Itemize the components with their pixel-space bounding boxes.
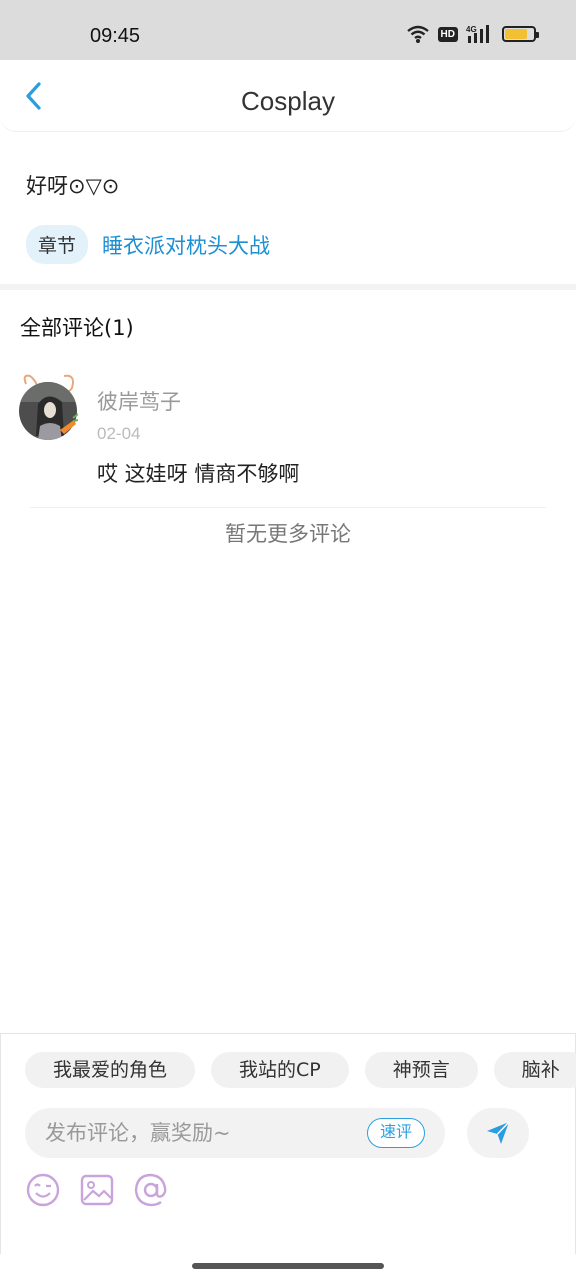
- comment-input[interactable]: [45, 1108, 345, 1158]
- chip-imagination[interactable]: 脑补: [493, 1052, 576, 1088]
- image-button[interactable]: [79, 1172, 115, 1208]
- at-icon: [134, 1173, 167, 1207]
- network-label: 4G: [466, 25, 477, 34]
- chip-my-cp[interactable]: 我站的CP: [211, 1052, 349, 1088]
- hd-badge: HD: [437, 26, 458, 42]
- post-text: 好呀⊙▽⊙: [26, 174, 120, 198]
- chapter-row: 章节 睡衣派对枕头大战: [26, 225, 270, 264]
- page-title: Cosplay: [241, 86, 335, 116]
- home-indicator[interactable]: [192, 1263, 384, 1269]
- bunny-ear-avatar-icon[interactable]: [18, 374, 78, 440]
- comments-header: 全部评论(1): [20, 316, 134, 340]
- comment-text: 哎 这娃呀 情商不够啊: [97, 462, 300, 486]
- quick-review-button[interactable]: 速评: [366, 1118, 425, 1148]
- quick-comment-chips: 我最爱的角色 我站的CP 神预言 脑补: [25, 1052, 576, 1088]
- image-icon: [80, 1174, 114, 1206]
- status-icons: HD 4G: [406, 24, 539, 44]
- nav-bar: Cosplay: [0, 60, 576, 132]
- status-bar: 09:45 HD 4G: [0, 0, 576, 60]
- comment-input-box: 速评: [25, 1108, 445, 1158]
- comment-composer: 我最爱的角色 我站的CP 神预言 脑补 速评: [0, 1033, 576, 1254]
- composer-tools: [25, 1172, 169, 1208]
- section-divider: [0, 284, 576, 290]
- comment-username[interactable]: 彼岸茑子: [97, 386, 181, 416]
- comment-divider: [30, 507, 546, 508]
- chapter-link[interactable]: 睡衣派对枕头大战: [102, 230, 270, 260]
- mention-button[interactable]: [133, 1172, 169, 1208]
- send-plane-icon: [487, 1121, 510, 1144]
- emoji-button[interactable]: [25, 1172, 61, 1208]
- list-item[interactable]: 彼岸茑子 02-04 哎 这娃呀 情商不够啊: [0, 352, 576, 502]
- chip-favorite-character[interactable]: 我最爱的角色: [25, 1052, 196, 1088]
- chapter-tag: 章节: [26, 225, 89, 264]
- emoji-icon: [26, 1173, 60, 1207]
- comment-date: 02-04: [97, 424, 141, 443]
- wifi-icon: [406, 25, 429, 43]
- battery-level: [505, 29, 528, 39]
- no-more-comments: 暂无更多评论: [225, 522, 351, 546]
- send-button[interactable]: [467, 1108, 529, 1158]
- signal-icon: 4G: [466, 25, 489, 43]
- battery-icon: [502, 26, 539, 42]
- status-time: 09:45: [90, 25, 141, 47]
- chip-prophecy[interactable]: 神预言: [364, 1052, 478, 1088]
